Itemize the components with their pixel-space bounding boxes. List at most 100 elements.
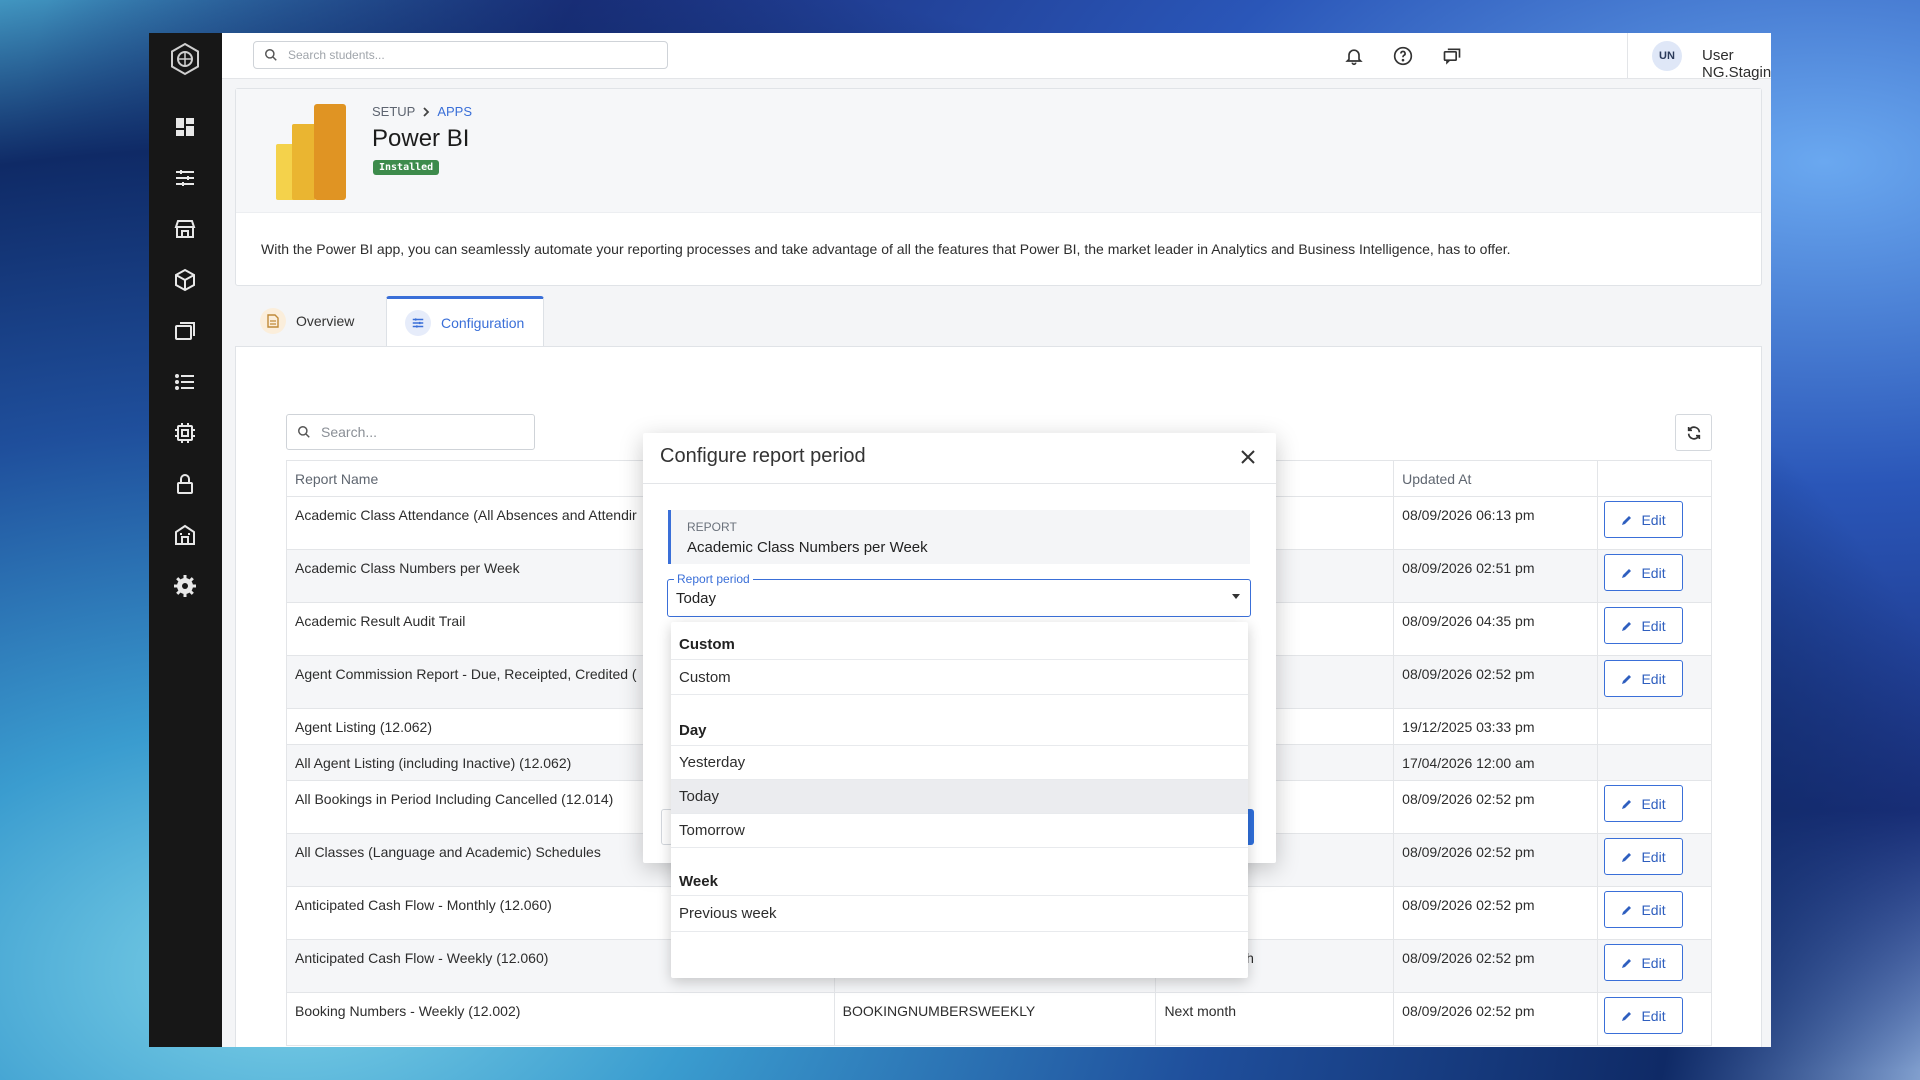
app-logo-icon[interactable]: [167, 37, 203, 81]
top-bar: UN User NG.Staging: [222, 33, 1771, 81]
pencil-icon: [1622, 958, 1632, 968]
report-period-value[interactable]: Today: [676, 590, 716, 607]
building-icon[interactable]: [171, 521, 199, 549]
updated-at-cell: 08/09/2026 06:13 pm: [1393, 496, 1599, 550]
lock-icon[interactable]: [171, 470, 199, 498]
edit-button[interactable]: Edit: [1604, 997, 1684, 1034]
dropdown-group-label: Week: [671, 860, 1248, 896]
edit-label: Edit: [1641, 670, 1666, 687]
breadcrumb: SETUP APPS: [372, 104, 472, 119]
status-badge: Installed: [373, 160, 440, 175]
windows-icon[interactable]: [171, 317, 199, 345]
actions-cell: Edit: [1597, 939, 1712, 993]
list-icon[interactable]: [171, 368, 199, 396]
dialog-title: Configure report period: [660, 445, 866, 467]
edit-button[interactable]: Edit: [1604, 660, 1684, 697]
breadcrumb-setup[interactable]: SETUP: [372, 104, 415, 119]
messages-icon[interactable]: [1440, 44, 1464, 68]
edit-button[interactable]: Edit: [1604, 785, 1684, 822]
actions-cell: Edit: [1597, 549, 1712, 603]
report-name-cell: Booking Numbers - Weekly (12.002): [286, 992, 835, 1046]
report-search[interactable]: [286, 414, 535, 450]
settings-icon[interactable]: [171, 572, 199, 600]
dropdown-group-label: Custom: [671, 622, 1248, 660]
pencil-icon: [1622, 568, 1632, 578]
dropdown-option[interactable]: Yesterday: [671, 746, 1248, 780]
dashboard-icon[interactable]: [171, 113, 199, 141]
divider: [643, 483, 1276, 484]
edit-label: Edit: [1641, 795, 1666, 812]
updated-at-cell: 08/09/2026 02:52 pm: [1393, 655, 1599, 709]
period-dropdown: Custom Custom Day Yesterday Today Tomorrow Wee…: [671, 622, 1248, 978]
help-icon[interactable]: [1391, 44, 1415, 68]
user-name[interactable]: User NG.Staging: [1702, 47, 1771, 81]
edit-button[interactable]: Edit: [1604, 501, 1684, 538]
report-label: REPORT: [687, 520, 737, 534]
edit-button[interactable]: Edit: [1604, 838, 1684, 875]
search-icon: [298, 426, 310, 438]
student-search[interactable]: [253, 41, 668, 69]
updated-at-cell: 08/09/2026 02:52 pm: [1393, 780, 1599, 834]
report-code-cell: BOOKINGNUMBERSWEEKLY: [833, 992, 1157, 1046]
dropdown-option[interactable]: Tomorrow: [671, 814, 1248, 848]
sliders-icon[interactable]: [171, 164, 199, 192]
report-search-input[interactable]: [321, 424, 521, 440]
app-description: With the Power BI app, you can seamlessl…: [261, 241, 1511, 257]
search-icon: [265, 49, 277, 61]
pencil-icon: [1622, 799, 1632, 809]
actions-cell: Edit: [1597, 496, 1712, 550]
refresh-button[interactable]: [1675, 414, 1712, 451]
tab-overview[interactable]: Overview: [260, 296, 354, 346]
student-search-input[interactable]: [288, 48, 648, 62]
bell-icon[interactable]: [1342, 44, 1366, 68]
updated-at-cell: 17/04/2026 12:00 am: [1393, 744, 1599, 781]
chevron-right-icon: [423, 106, 430, 117]
dropdown-option[interactable]: Previous week: [671, 896, 1248, 932]
actions-cell: Edit: [1597, 833, 1712, 887]
topbar-divider: [1627, 33, 1628, 79]
edit-label: Edit: [1641, 564, 1666, 581]
updated-at-cell: 08/09/2026 04:35 pm: [1393, 602, 1599, 656]
sliders-icon: [405, 309, 431, 336]
app-header: SETUP APPS Power BI Installed: [236, 89, 1761, 213]
updated-at-cell: 08/09/2026 02:52 pm: [1393, 992, 1599, 1046]
package-icon[interactable]: [171, 266, 199, 294]
edit-button[interactable]: Edit: [1604, 891, 1684, 928]
dropdown-option[interactable]: Custom: [671, 660, 1248, 695]
edit-label: Edit: [1641, 954, 1666, 971]
document-icon: [260, 308, 286, 334]
pencil-icon: [1622, 621, 1632, 631]
store-icon[interactable]: [171, 215, 199, 243]
actions-cell: Edit: [1597, 886, 1712, 940]
actions-cell: [1597, 744, 1712, 781]
column-header: [1597, 460, 1712, 497]
tab-configuration[interactable]: Configuration: [386, 296, 544, 346]
edit-label: Edit: [1641, 901, 1666, 918]
caret-down-icon[interactable]: [1232, 594, 1240, 599]
report-period-select[interactable]: Report period Today: [667, 572, 1251, 617]
updated-at-cell: 19/12/2025 03:33 pm: [1393, 708, 1599, 745]
breadcrumb-apps[interactable]: APPS: [437, 104, 472, 119]
dropdown-option[interactable]: Today: [671, 780, 1248, 814]
edit-label: Edit: [1641, 848, 1666, 865]
tab-overview-label: Overview: [296, 313, 355, 329]
app-header-card: SETUP APPS Power BI Installed With the P…: [235, 88, 1762, 286]
app-window: UN User NG.Staging SETUP APPS Power BI I…: [149, 33, 1771, 1047]
page-title: Power BI: [372, 125, 470, 152]
edit-button[interactable]: Edit: [1604, 944, 1684, 981]
edit-label: Edit: [1641, 511, 1666, 528]
updated-at-cell: 08/09/2026 02:52 pm: [1393, 833, 1599, 887]
updated-at-cell: 08/09/2026 02:52 pm: [1393, 939, 1599, 993]
report-value: Academic Class Numbers per Week: [687, 539, 928, 556]
pencil-icon: [1622, 1011, 1632, 1021]
tab-configuration-label: Configuration: [441, 314, 525, 331]
pencil-icon: [1622, 852, 1632, 862]
avatar[interactable]: UN: [1652, 41, 1682, 71]
edit-button[interactable]: Edit: [1604, 607, 1684, 644]
close-icon[interactable]: [1237, 446, 1259, 468]
edit-button[interactable]: Edit: [1604, 554, 1684, 591]
pencil-icon: [1622, 515, 1632, 525]
report-info: REPORT Academic Class Numbers per Week: [668, 510, 1250, 564]
column-header[interactable]: Updated At: [1393, 460, 1599, 497]
chip-icon[interactable]: [171, 419, 199, 447]
